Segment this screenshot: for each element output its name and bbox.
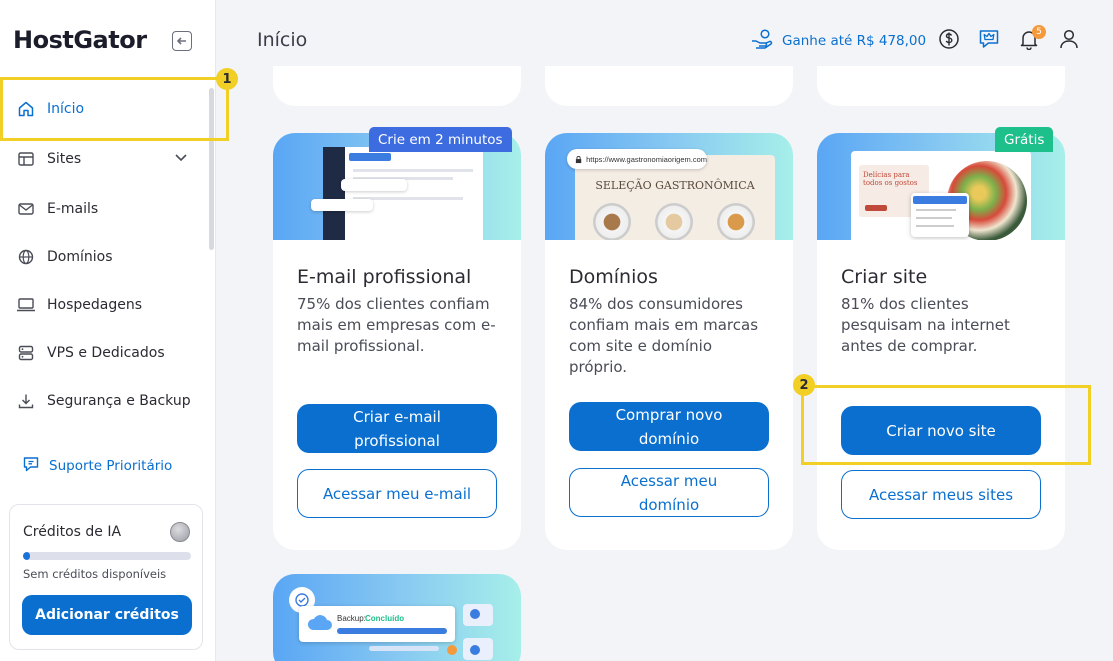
create-site-card: Delícias para todos os gostos Criar site… — [817, 133, 1065, 550]
annotation-box-1 — [0, 77, 229, 141]
access-sites-button[interactable]: Acessar meus sites — [841, 470, 1041, 519]
annotation-badge-2: 2 — [793, 374, 815, 396]
card-tag: Grátis — [995, 127, 1054, 152]
card-partial — [817, 66, 1065, 106]
laptop-icon — [16, 295, 36, 315]
credits-progress-fill — [23, 552, 30, 560]
sidebar-item-sites[interactable]: Sites — [0, 136, 210, 182]
priority-support-link[interactable]: Suporte Prioritário — [22, 455, 172, 477]
create-email-button[interactable]: Criar e-mail profissional — [297, 404, 497, 453]
card-title: Criar site — [841, 266, 928, 288]
sidebar-item-label: VPS e Dedicados — [47, 345, 165, 361]
sidebar-item-label: Hospedagens — [47, 297, 143, 313]
sidebar-item-label: E-mails — [47, 201, 99, 217]
card-description: 81% dos clientes pesquisam na internet a… — [841, 295, 1010, 355]
hand-coin-icon — [750, 28, 774, 54]
sidebar-item-vps[interactable]: VPS e Dedicados — [0, 330, 210, 376]
email-card: E-mail profissional 75% dos clientes con… — [273, 133, 521, 550]
annotation-box-2 — [801, 385, 1091, 465]
crown-chat-icon[interactable] — [977, 27, 1001, 51]
sidebar-item-label: Domínios — [47, 249, 113, 265]
card-description: 75% dos clientes confiam mais em empresa… — [297, 295, 496, 355]
sidebar-item-label: Segurança e Backup — [47, 393, 191, 409]
chat-support-icon — [22, 455, 40, 477]
card-tag: Crie em 2 minutos — [369, 127, 512, 152]
support-label: Suporte Prioritário — [49, 458, 173, 474]
sidebar-item-dominios[interactable]: Domínios — [0, 234, 210, 280]
hostgator-logo[interactable]: HostGator — [13, 26, 147, 54]
referral-label: Ganhe até R$ 478,00 — [782, 33, 927, 49]
sidebar-item-emails[interactable]: E-mails — [0, 186, 210, 232]
dollar-icon[interactable] — [937, 27, 961, 51]
card-partial — [273, 66, 521, 106]
card-title: E-mail profissional — [297, 266, 472, 288]
credits-progress-bar — [23, 552, 191, 560]
backup-card-illustration: Backup: Concluído — [273, 574, 521, 661]
card-title: Domínios — [569, 266, 658, 288]
site-mock-heading: Delícias para todos os gostos — [863, 171, 918, 187]
backup-label: Backup: — [337, 614, 366, 623]
mail-icon — [16, 199, 36, 219]
access-email-button[interactable]: Acessar meu e-mail — [297, 469, 497, 518]
globe-icon — [16, 247, 36, 267]
url-text: https://www.gastronomiaorigem.com — [586, 154, 707, 164]
arrow-left-icon — [176, 37, 186, 45]
collapse-sidebar-button[interactable] — [172, 31, 192, 51]
coin-icon — [170, 522, 190, 542]
domains-card-illustration: SELEÇÃO GASTRONÔMICA https://www.gastron… — [545, 133, 793, 240]
download-icon — [16, 391, 36, 411]
annotation-badge-1: 1 — [216, 68, 238, 90]
banner-text: SELEÇÃO GASTRONÔMICA — [595, 179, 755, 192]
card-partial — [545, 66, 793, 106]
notification-count-badge: 5 — [1032, 25, 1046, 39]
lock-icon — [575, 155, 582, 163]
backup-status: Concluído — [365, 614, 405, 623]
buy-domain-button[interactable]: Comprar novo domínio — [569, 402, 769, 451]
backup-card: Backup: Concluído — [273, 574, 521, 661]
domains-card: SELEÇÃO GASTRONÔMICA https://www.gastron… — [545, 133, 793, 550]
sidebar-item-hospedagens[interactable]: Hospedagens — [0, 282, 210, 328]
credits-title: Créditos de IA — [23, 524, 122, 540]
server-icon — [16, 343, 36, 363]
sidebar-item-label: Sites — [47, 151, 82, 167]
page-title: Início — [257, 29, 308, 51]
credits-status: Sem créditos disponíveis — [23, 567, 167, 581]
card-description: 84% dos consumidores confiam mais em mar… — [569, 295, 759, 376]
user-icon[interactable] — [1057, 27, 1081, 51]
cloud-icon — [307, 615, 332, 630]
ai-credits-card: Créditos de IA Sem créditos disponíveis … — [9, 504, 203, 650]
add-credits-button[interactable]: Adicionar créditos — [22, 595, 192, 635]
sites-icon — [16, 149, 36, 169]
browser-url-bar: https://www.gastronomiaorigem.com — [567, 149, 707, 169]
chevron-down-icon — [175, 154, 187, 162]
sidebar-item-seguranca[interactable]: Segurança e Backup — [0, 378, 210, 424]
referral-link[interactable]: Ganhe até R$ 478,00 — [750, 28, 926, 54]
access-domain-button[interactable]: Acessar meu domínio — [569, 468, 769, 517]
